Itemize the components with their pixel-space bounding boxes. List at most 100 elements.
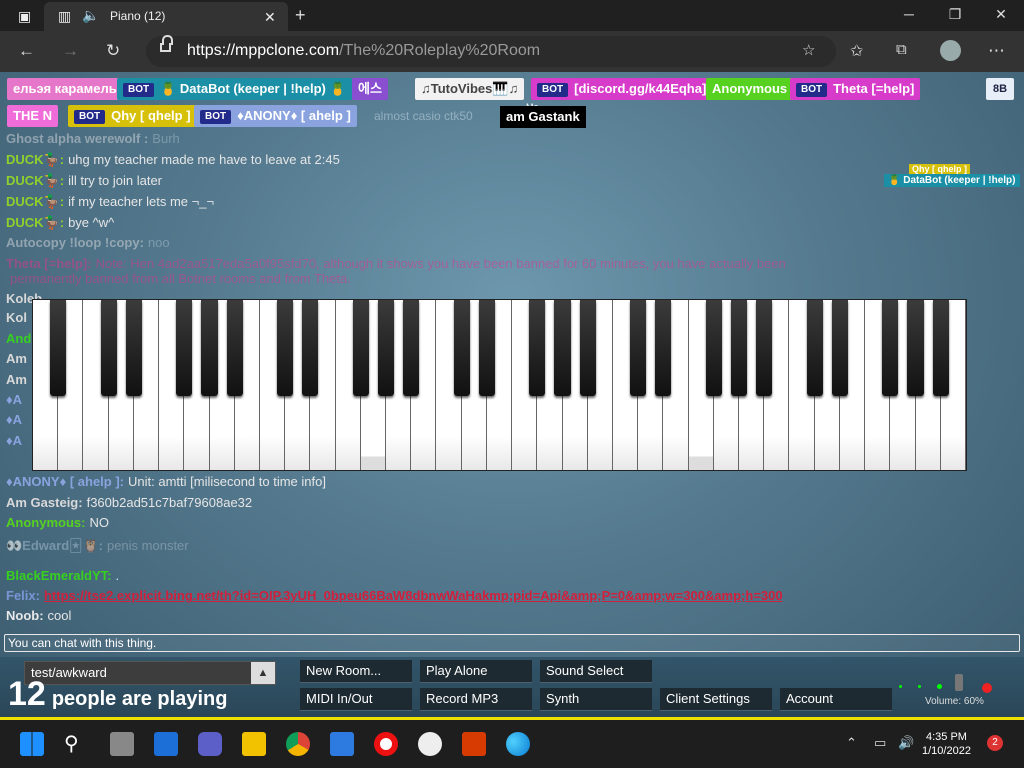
notification-badge[interactable]: 2	[987, 735, 1003, 751]
play-alone-button[interactable]: Play Alone	[420, 660, 532, 683]
record-mp3-button[interactable]: Record MP3	[420, 688, 532, 711]
chat-author[interactable]: Theta [=help]:	[6, 256, 92, 271]
chat-author[interactable]: DUCK🦆:	[6, 152, 64, 167]
volume-knob[interactable]	[955, 674, 963, 691]
edge-icon[interactable]	[506, 732, 530, 756]
chat-author[interactable]: 👀Edward🃏🦉:	[6, 538, 103, 553]
player-tag[interactable]: ельэя карамелья	[7, 78, 131, 100]
client-settings-button[interactable]: Client Settings	[660, 688, 772, 711]
black-key[interactable]	[882, 300, 899, 396]
chat-input[interactable]: You can chat with this thing.	[4, 634, 1020, 652]
chrome-icon[interactable]	[286, 732, 310, 756]
xbox-icon[interactable]	[418, 732, 442, 756]
network-icon[interactable]: ▭	[874, 735, 886, 751]
black-key[interactable]	[806, 300, 823, 396]
chat-author[interactable]: Noob:	[6, 608, 44, 623]
black-key[interactable]	[453, 300, 470, 396]
new-room-button[interactable]: New Room...	[300, 660, 412, 683]
black-key[interactable]	[176, 300, 193, 396]
refresh-icon[interactable]: ↻	[106, 41, 120, 61]
office-icon[interactable]	[462, 732, 486, 756]
synth-button[interactable]: Synth	[540, 688, 652, 711]
player-tag[interactable]: BOT Qhy [ qhelp ]	[68, 105, 197, 127]
black-key[interactable]	[907, 300, 924, 396]
midi-button[interactable]: MIDI In/Out	[300, 688, 412, 711]
address-bar[interactable]: https://mppclone.com/The%20Roleplay%20Ro…	[146, 35, 836, 67]
chat-author[interactable]: Ghost alpha werewolf :	[6, 131, 148, 146]
chat-author[interactable]: DUCK🦆:	[6, 215, 64, 230]
black-key[interactable]	[302, 300, 319, 396]
black-key[interactable]	[352, 300, 369, 396]
account-button[interactable]: Account	[780, 688, 892, 711]
black-key[interactable]	[705, 300, 722, 396]
new-tab-icon[interactable]: +	[295, 5, 306, 26]
chat-link[interactable]: https://tse2.explicit.bing.net/th?id=OIP…	[44, 588, 783, 603]
widgets-icon[interactable]	[154, 732, 178, 756]
favorites-icon[interactable]: ✩	[850, 41, 863, 61]
taskbar-clock[interactable]: 4:35 PM 1/10/2022	[922, 730, 971, 758]
forward-icon[interactable]: →	[62, 41, 79, 61]
black-key[interactable]	[403, 300, 420, 396]
store-icon[interactable]	[330, 732, 354, 756]
volume-icon[interactable]: 🔊	[898, 735, 914, 751]
black-key[interactable]	[831, 300, 848, 396]
url-text[interactable]: https://mppclone.com/The%20Roleplay%20Ro…	[187, 42, 540, 60]
chat-author[interactable]: DUCK🦆:	[6, 194, 64, 209]
chat-author[interactable]: Felix:	[6, 588, 40, 603]
black-key[interactable]	[50, 300, 67, 396]
black-key[interactable]	[630, 300, 647, 396]
chat-icon[interactable]	[198, 732, 222, 756]
audio-playing-icon[interactable]: 🔈	[82, 7, 99, 23]
black-key[interactable]	[579, 300, 596, 396]
start-icon[interactable]	[20, 732, 44, 756]
profile-avatar[interactable]	[940, 40, 961, 61]
record-app-icon[interactable]	[374, 732, 398, 756]
player-tag[interactable]: almost casio ctk50	[368, 105, 479, 127]
player-tag[interactable]: Anonymous	[706, 78, 794, 100]
tray-chevron-icon[interactable]: ⌃	[846, 735, 857, 751]
player-tag[interactable]: BOT Theta [=help]	[790, 78, 921, 100]
workspaces-icon[interactable]: ▣	[18, 8, 31, 24]
sound-select-button[interactable]: Sound Select	[540, 660, 652, 683]
black-key[interactable]	[201, 300, 218, 396]
black-key[interactable]	[226, 300, 243, 396]
black-key[interactable]	[478, 300, 495, 396]
black-key[interactable]	[756, 300, 773, 396]
add-favorite-icon[interactable]: ☆	[802, 41, 815, 59]
restore-icon[interactable]: ❐	[932, 6, 978, 23]
chat-author[interactable]: Am Gasteig:	[6, 495, 83, 510]
black-key[interactable]	[529, 300, 546, 396]
piano-keyboard[interactable]	[32, 299, 967, 471]
task-view-icon[interactable]	[110, 732, 134, 756]
player-tag[interactable]: BOT 🍍 DataBot (keeper | !help) 🍍	[117, 78, 352, 100]
close-window-icon[interactable]: ✕	[978, 6, 1024, 23]
collections-icon[interactable]: ⧉	[896, 41, 907, 58]
black-key[interactable]	[655, 300, 672, 396]
player-tag[interactable]: THE N	[7, 105, 58, 127]
back-icon[interactable]: ←	[18, 41, 35, 61]
badge-8b[interactable]: 8B	[986, 78, 1015, 100]
chat-author[interactable]: Autocopy !loop !copy:	[6, 235, 144, 250]
chat-author[interactable]: BlackEmeraldYT:	[6, 568, 112, 583]
chat-author[interactable]: Anonymous:	[6, 515, 85, 530]
chat-author[interactable]: ♦ANONY♦ [ ahelp ]:	[6, 474, 124, 489]
player-tag[interactable]: ♫TutoVibes🎹♫	[415, 78, 525, 100]
black-key[interactable]	[730, 300, 748, 396]
more-menu-icon[interactable]: ⋯	[988, 41, 1005, 61]
player-tag[interactable]: BOT ♦ANONY♦ [ ahelp ]	[194, 105, 357, 127]
black-key[interactable]	[554, 300, 571, 396]
black-key[interactable]	[377, 300, 395, 396]
player-tag[interactable]: 에스	[352, 78, 388, 100]
minimize-icon[interactable]: ─	[886, 6, 932, 22]
black-key[interactable]	[932, 300, 949, 396]
player-tag[interactable]: BOT [discord.gg/k44Eqha]	[531, 78, 713, 100]
chat-author[interactable]: DUCK🦆:	[6, 173, 64, 188]
black-key[interactable]	[277, 300, 294, 396]
black-key[interactable]	[100, 300, 117, 396]
close-tab-icon[interactable]: ✕	[264, 9, 276, 25]
browser-tab[interactable]: ▥ 🔈 Piano (12) ✕	[44, 2, 288, 31]
black-key[interactable]	[125, 300, 142, 396]
file-explorer-icon[interactable]	[242, 732, 266, 756]
dropdown-arrow-icon[interactable]: ▲	[251, 662, 275, 684]
search-icon[interactable]: ⚲	[64, 732, 88, 756]
